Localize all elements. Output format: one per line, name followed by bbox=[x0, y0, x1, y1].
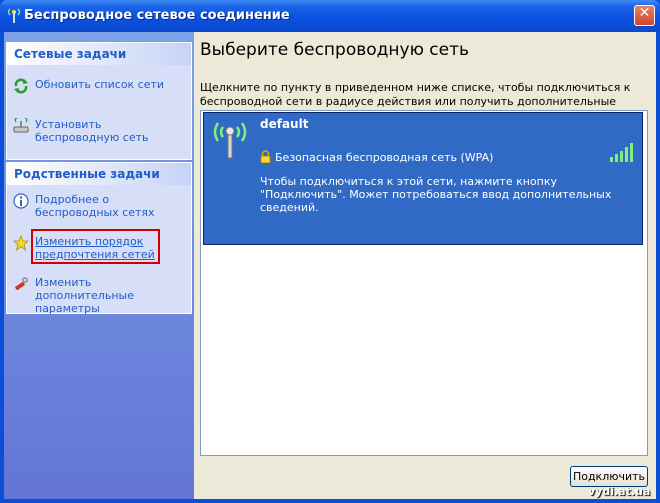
window-title: Беспроводное сетевое соединение bbox=[24, 8, 290, 23]
network-list-item[interactable]: default Безопасная беспроводная сеть (WP… bbox=[203, 112, 643, 245]
close-button[interactable]: ✕ bbox=[634, 5, 655, 26]
related-tasks-title: Родственные задачи bbox=[7, 163, 191, 185]
network-list[interactable]: default Безопасная беспроводная сеть (WP… bbox=[200, 110, 648, 456]
setup-wireless-network-link[interactable]: Установить беспроводную сеть bbox=[35, 118, 187, 144]
star-icon bbox=[13, 235, 29, 251]
connect-button[interactable]: Подключить bbox=[570, 466, 648, 487]
signal-strength-icon bbox=[610, 143, 633, 162]
refresh-arrows-icon bbox=[14, 78, 28, 94]
task-pane: Сетевые задачи Обновить список сети Уста… bbox=[4, 32, 194, 499]
watermark: vydi.at.ua bbox=[588, 485, 651, 498]
refresh-network-list-link[interactable]: Обновить список сети bbox=[35, 78, 187, 91]
page-title: Выберите беспроводную сеть bbox=[200, 40, 470, 60]
wireless-network-icon bbox=[7, 8, 21, 23]
title-bar[interactable]: Беспроводное сетевое соединение ✕ bbox=[0, 0, 660, 32]
network-tasks-box: Сетевые задачи Обновить список сети Уста… bbox=[6, 42, 192, 160]
settings-wrench-icon bbox=[15, 277, 28, 291]
highlight-box bbox=[31, 229, 160, 264]
close-icon: ✕ bbox=[638, 5, 651, 21]
main-pane: Выберите беспроводную сеть Щелкните по п… bbox=[196, 32, 656, 499]
window: Беспроводное сетевое соединение ✕ Сетевы… bbox=[0, 0, 660, 503]
info-icon bbox=[13, 193, 29, 209]
advanced-settings-link[interactable]: Изменить дополнительные параметры bbox=[35, 276, 187, 315]
network-security: Безопасная беспроводная сеть (WPA) bbox=[275, 151, 494, 164]
related-tasks-box: Родственные задачи Подробнее о беспровод… bbox=[6, 162, 192, 315]
wireless-antenna-icon bbox=[213, 122, 247, 159]
learn-wireless-link[interactable]: Подробнее о беспроводных сетях bbox=[35, 193, 187, 219]
network-connect-help: Чтобы подключиться к этой сети, нажмите … bbox=[260, 175, 612, 214]
setup-network-icon bbox=[13, 118, 29, 133]
network-name: default bbox=[260, 117, 309, 131]
lock-icon bbox=[260, 150, 271, 163]
network-tasks-title: Сетевые задачи bbox=[7, 43, 191, 65]
window-client-area: Сетевые задачи Обновить список сети Уста… bbox=[4, 32, 656, 499]
